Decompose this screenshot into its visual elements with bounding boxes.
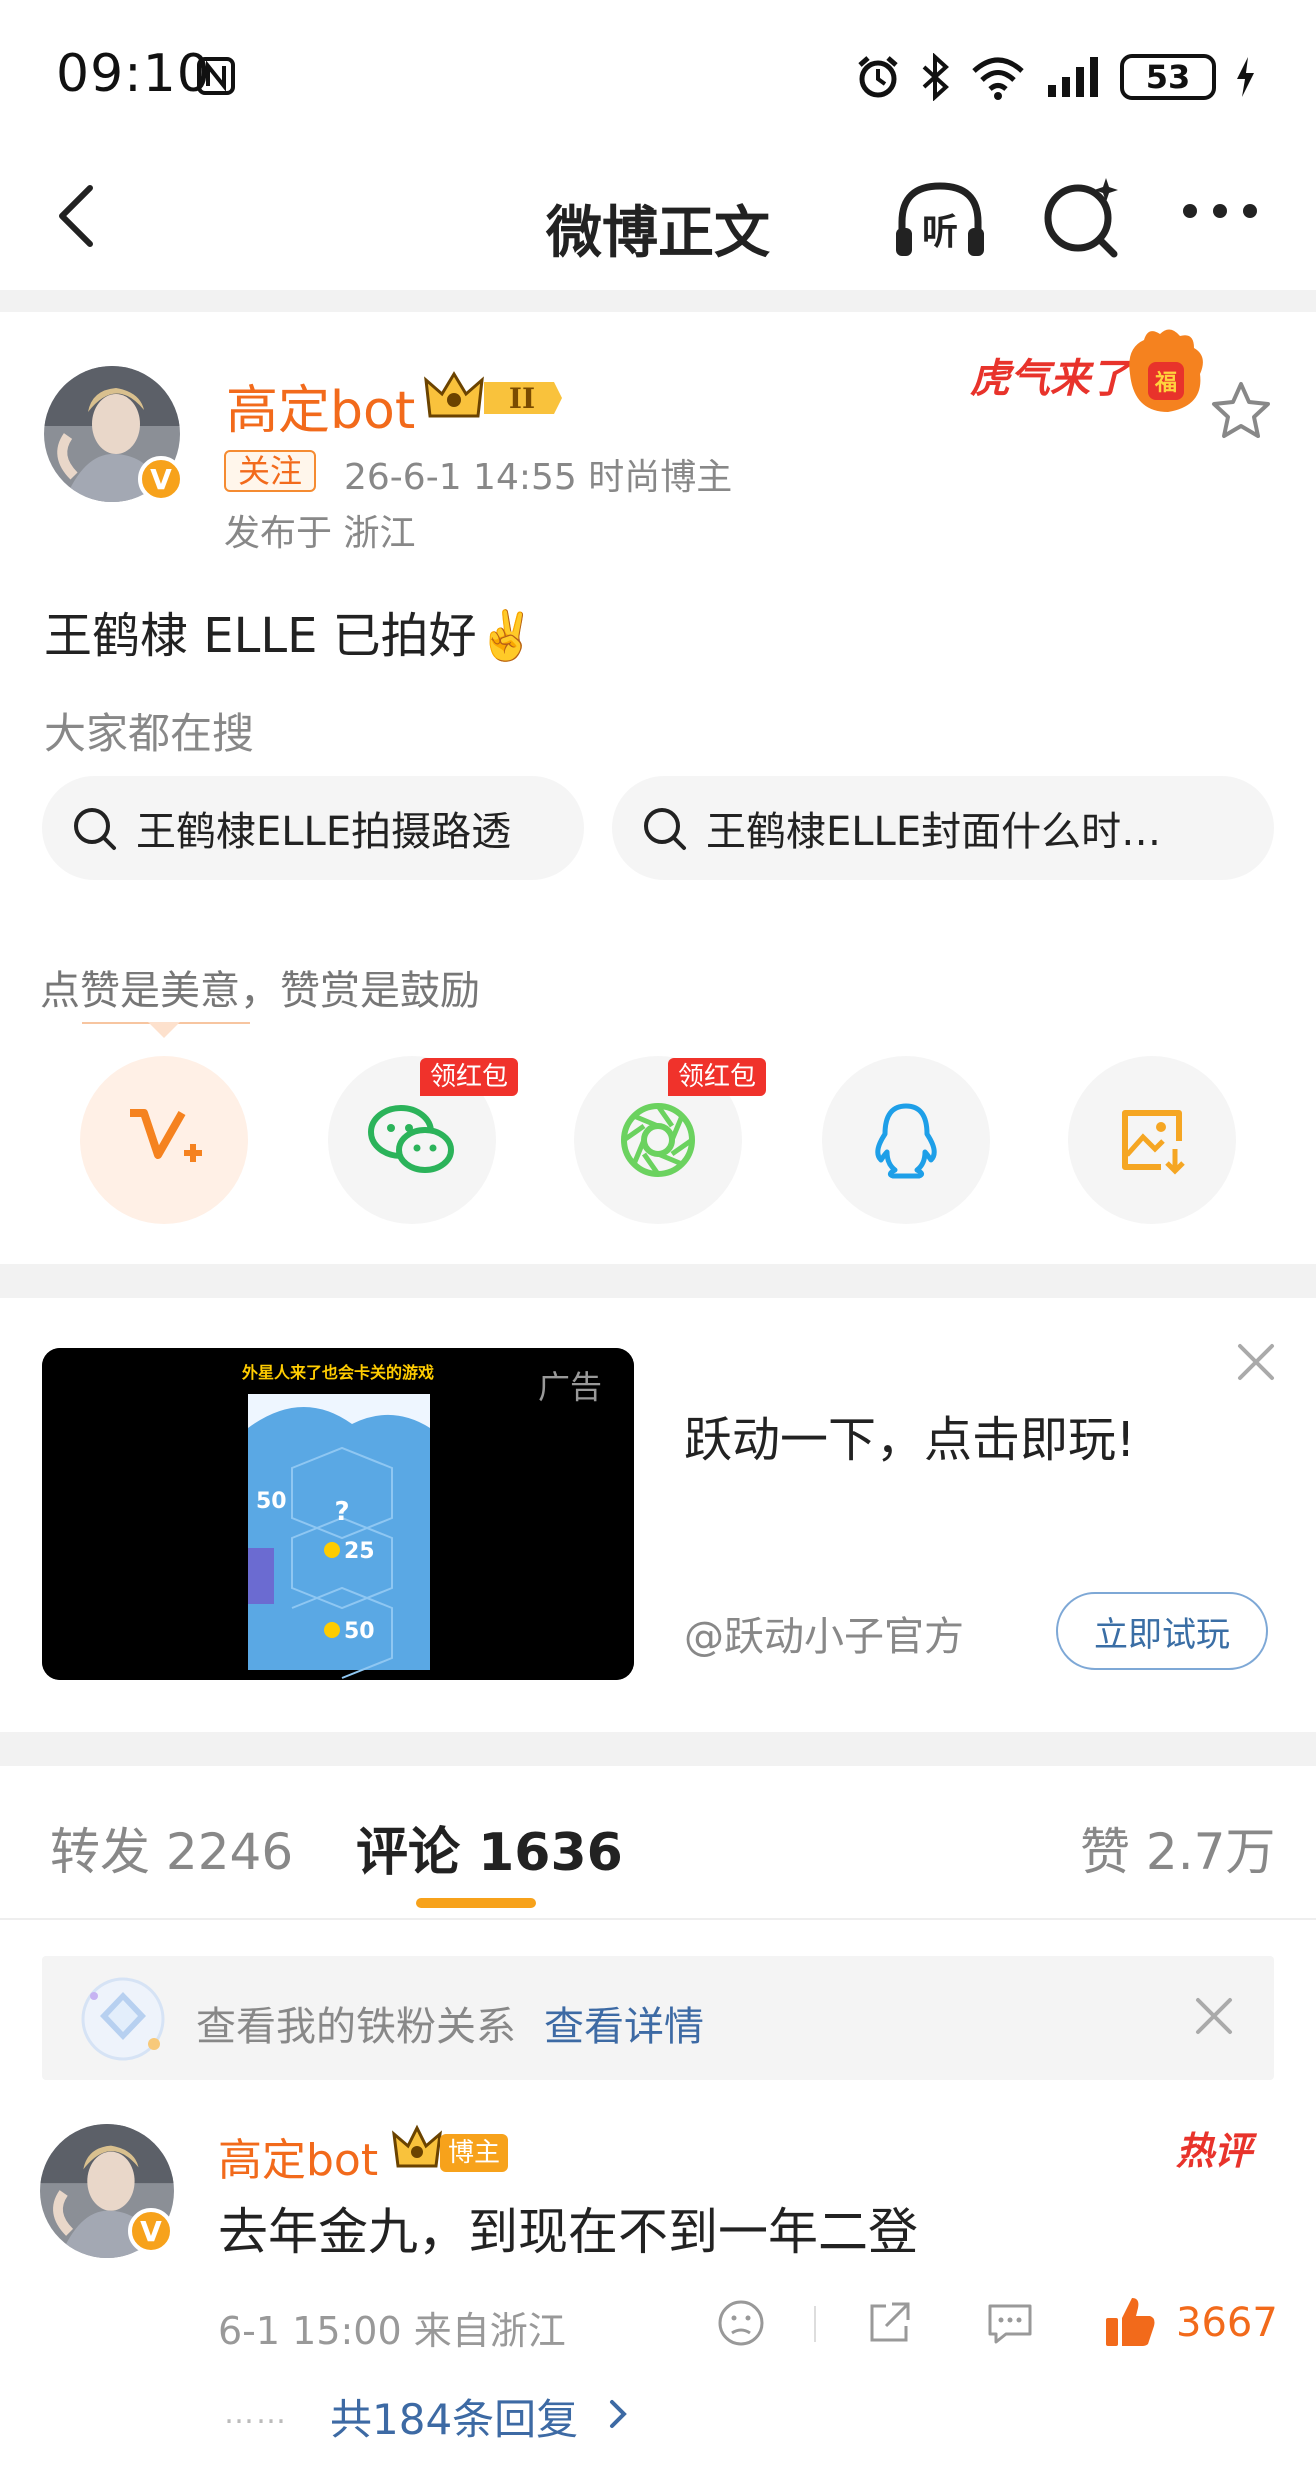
- moments-icon: [621, 1103, 695, 1177]
- alarm-icon: [858, 56, 898, 98]
- close-icon[interactable]: [1234, 1340, 1278, 1384]
- tab-divider: [0, 1918, 1316, 1920]
- comment-like-count: 3667: [1176, 2300, 1278, 2346]
- svg-text:虎气来了: 虎气来了: [970, 356, 1134, 402]
- svg-text:II: II: [509, 382, 535, 415]
- share-icon[interactable]: [864, 2298, 914, 2348]
- tab-indicator: [416, 1898, 536, 1908]
- search-chip[interactable]: 王鹤棣ELLE封面什么时…: [612, 776, 1274, 880]
- hot-comment-badge: 热评: [1176, 2129, 1253, 2173]
- fan-relation-text: 查看我的铁粉关系: [196, 2004, 516, 2050]
- crown-level-badge[interactable]: II: [424, 370, 564, 426]
- section-divider: [0, 290, 1316, 312]
- comment-meta: 6-1 15:00 来自浙江: [218, 2309, 566, 2353]
- tab-repost[interactable]: 转发 2246: [50, 1812, 293, 1884]
- comment-text: 去年金九，到现在不到一年二登: [218, 2203, 918, 2261]
- status-icons: 53: [854, 48, 1256, 106]
- star-icon[interactable]: [1210, 380, 1272, 440]
- blogger-badge: 博主: [440, 2134, 509, 2172]
- search-chip-label: 王鹤棣ELLE封面什么时…: [706, 809, 1162, 855]
- save-image-button[interactable]: [1068, 1056, 1236, 1224]
- face-icon[interactable]: [716, 2298, 766, 2348]
- svg-text:听: 听: [922, 212, 958, 253]
- status-bar: 09:10 53: [0, 0, 1316, 150]
- search-icon: [644, 808, 686, 850]
- svg-text:50: 50: [256, 1489, 287, 1514]
- status-time: 09:10: [56, 44, 211, 104]
- tiger-sticker[interactable]: 虎气来了 福: [968, 322, 1208, 432]
- ai-search-icon[interactable]: [1040, 174, 1124, 264]
- reward-pointer: [148, 1022, 180, 1038]
- verified-badge: V: [138, 456, 184, 502]
- search-chip-label: 王鹤棣ELLE拍摄路透: [136, 809, 512, 855]
- reply-dots: ……: [224, 2396, 288, 2431]
- close-icon[interactable]: [1192, 1994, 1236, 2038]
- svg-text:25: 25: [344, 1539, 375, 1564]
- bluetooth-icon: [922, 53, 949, 101]
- svg-text:?: ?: [334, 1497, 349, 1527]
- wechat-icon: [368, 1105, 454, 1173]
- share-qq-button[interactable]: [822, 1056, 990, 1224]
- svg-text:50: 50: [344, 1619, 375, 1644]
- section-divider: [0, 1732, 1316, 1766]
- follow-tag[interactable]: 关注: [224, 450, 317, 492]
- tab-like[interactable]: 赞 2.7万: [1080, 1812, 1275, 1884]
- search-chip[interactable]: 王鹤棣ELLE拍摄路透: [42, 776, 584, 880]
- search-heading: 大家都在搜: [44, 709, 255, 758]
- author-name[interactable]: 高定bot: [226, 368, 415, 443]
- section-divider: [0, 1264, 1316, 1298]
- wifi-icon: [972, 57, 1024, 100]
- view-replies-link[interactable]: 共184条回复: [330, 2386, 578, 2447]
- v-plus-icon: [130, 1109, 202, 1162]
- redpack-tag: 领红包: [668, 1058, 767, 1096]
- post-location: 发布于 浙江: [224, 513, 416, 554]
- nav-bar: 微博正文 听: [0, 150, 1316, 290]
- ad-video-caption: 外星人来了也会卡关的游戏: [241, 1363, 434, 1382]
- reward-text: 点赞是美意，赞赏是鼓励: [40, 968, 480, 1014]
- tab-comment[interactable]: 评论 1636: [356, 1810, 623, 1885]
- qq-icon: [875, 1103, 937, 1179]
- post-text: 王鹤棣 ELLE 已拍好✌️: [44, 608, 537, 664]
- fan-relation-link[interactable]: 查看详情: [544, 1994, 704, 2052]
- ad-title[interactable]: 跃动一下，点击即玩!: [684, 1400, 1135, 1470]
- chevron-right-icon[interactable]: [606, 2396, 632, 2432]
- fan-relation-banner[interactable]: 查看我的铁粉关系 查看详情: [42, 1956, 1274, 2080]
- ad-label: 广告: [538, 1368, 603, 1406]
- more-icon[interactable]: [1180, 196, 1260, 226]
- headphone-icon: 听: [896, 182, 984, 256]
- diamond-icon: [78, 1974, 168, 2064]
- reward-button[interactable]: [80, 1056, 248, 1224]
- listen-button[interactable]: 听: [890, 174, 990, 264]
- thumb-up-icon[interactable]: [1102, 2294, 1158, 2350]
- post-meta: 26-6-1 14:55 时尚博主: [344, 457, 733, 498]
- redpack-tag: 领红包: [420, 1058, 519, 1096]
- comment-author[interactable]: 高定bot: [218, 2124, 378, 2188]
- battery-indicator: 53: [1120, 54, 1216, 100]
- charging-icon: [1237, 57, 1254, 97]
- try-now-button[interactable]: 立即试玩: [1056, 1592, 1268, 1670]
- crown-icon: [392, 2124, 442, 2174]
- ad-source[interactable]: @跃动小子官方: [684, 1604, 964, 1662]
- divider: [814, 2306, 816, 2342]
- save-image-icon: [1122, 1110, 1185, 1175]
- nfc-icon: [196, 56, 236, 96]
- reply-icon[interactable]: [984, 2298, 1036, 2348]
- search-icon: [74, 808, 116, 850]
- verified-badge: V: [128, 2208, 174, 2254]
- svg-text:福: 福: [1154, 371, 1177, 396]
- signal-icon: [1048, 57, 1098, 97]
